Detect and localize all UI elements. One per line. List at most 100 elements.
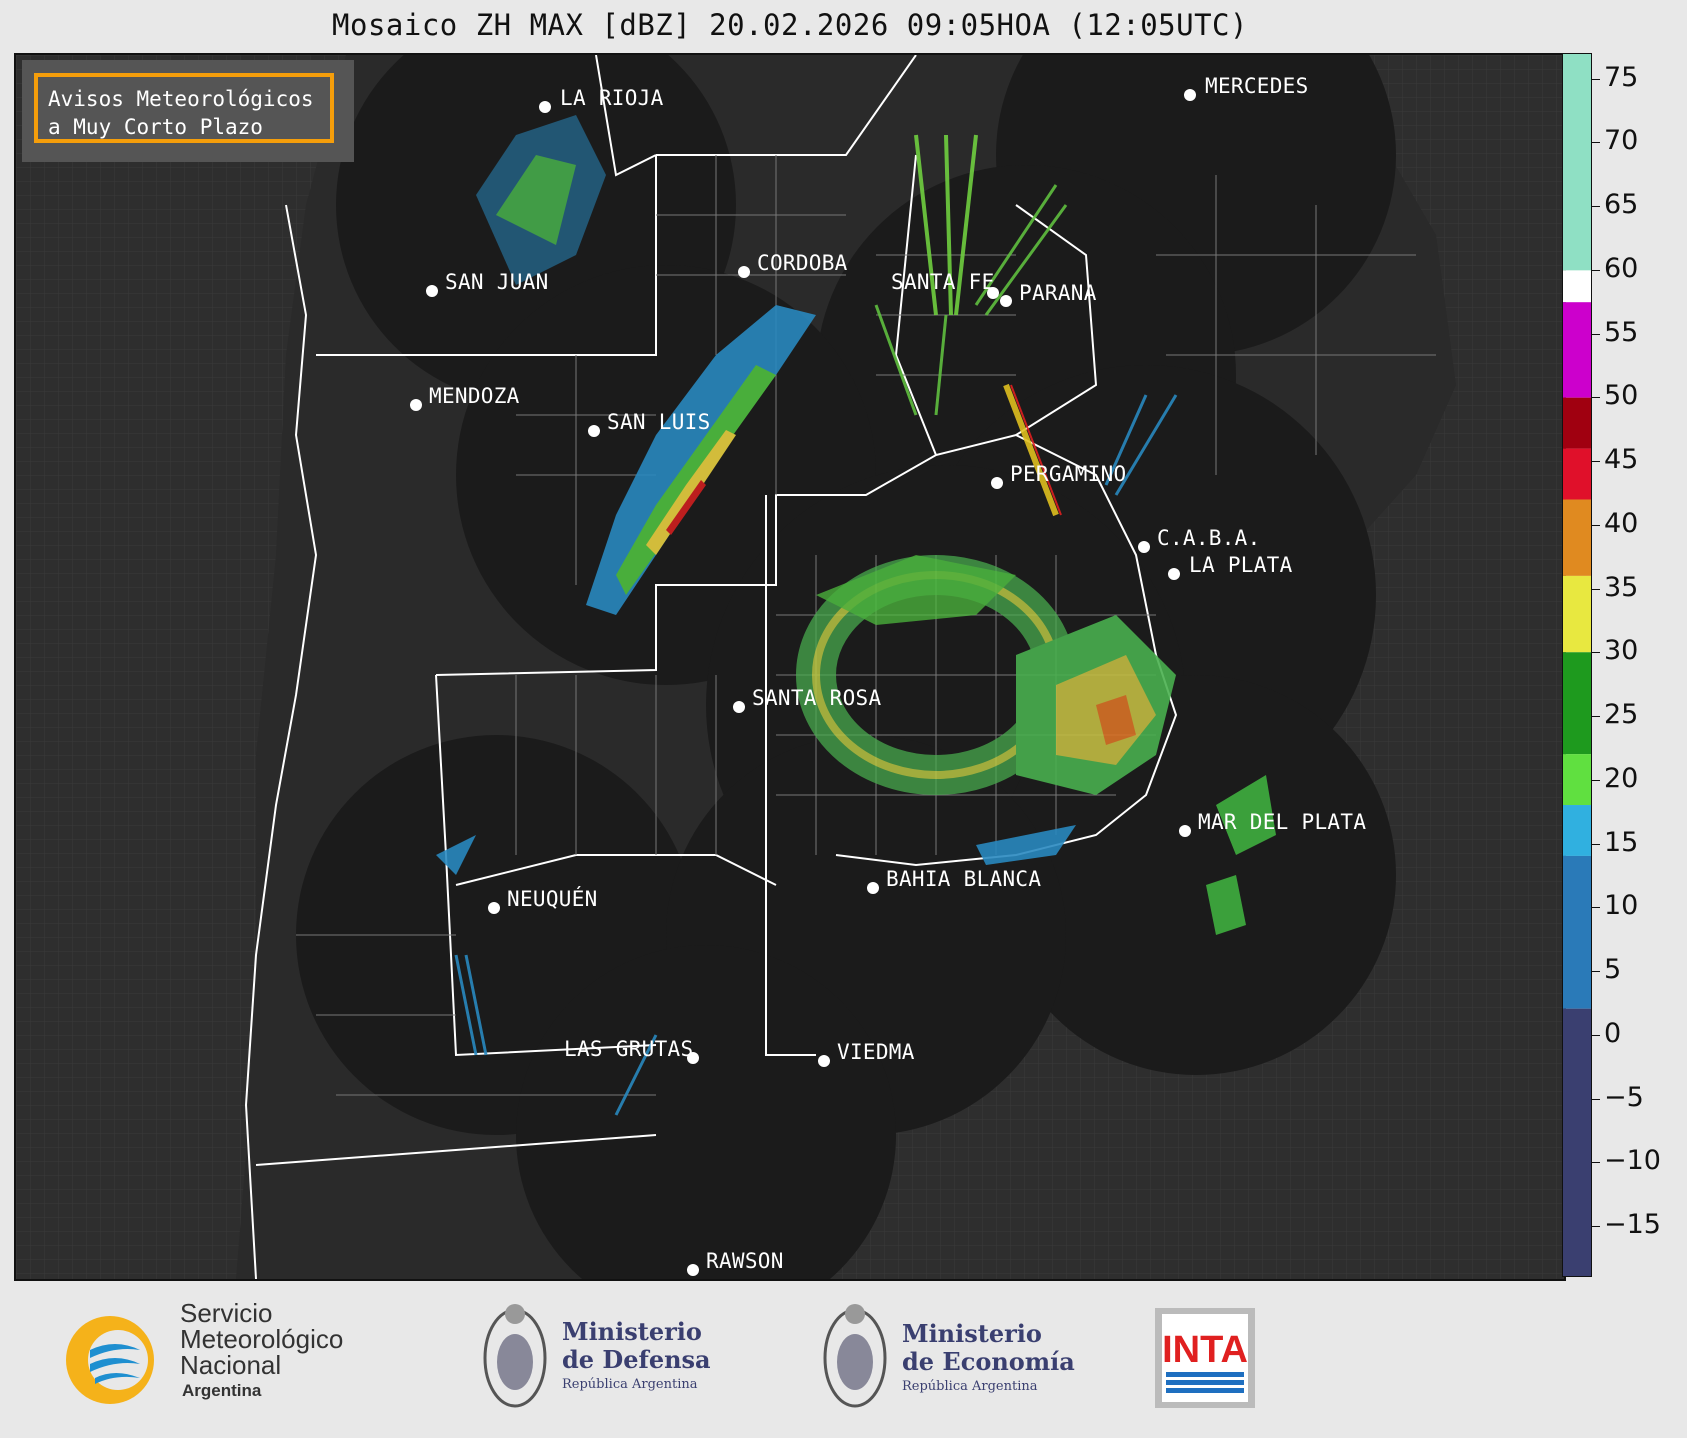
smn-line4: Argentina <box>182 1381 262 1400</box>
colorbar-tick <box>1592 206 1600 207</box>
city-label-san-juan: SAN JUAN <box>445 270 549 294</box>
city-label-bahia-blanca: BAHIA BLANCA <box>886 867 1042 891</box>
city-marker-cordoba[interactable] <box>738 266 750 278</box>
colorbar-tick <box>1592 269 1600 271</box>
colorbar-tick <box>1592 971 1600 972</box>
city-marker-mendoza[interactable] <box>410 399 422 411</box>
colorbar-tick <box>1592 1034 1600 1036</box>
city-label-cordoba: CORDOBA <box>757 251 848 275</box>
city-marker-bahia-blanca[interactable] <box>867 882 879 894</box>
colorbar-tick <box>1592 1226 1600 1227</box>
colorbar-tick <box>1592 907 1600 909</box>
defensa-seal-icon <box>483 1304 547 1408</box>
colorbar-tick-label: 10 <box>1604 890 1639 922</box>
city-marker-caba[interactable] <box>1138 541 1150 553</box>
colorbar-tick-label: 70 <box>1604 125 1639 157</box>
colorbar-band <box>1563 805 1591 856</box>
colorbar-band <box>1563 54 1591 271</box>
colorbar-tick-label: 75 <box>1604 61 1639 93</box>
colorbar-tick <box>1592 524 1600 526</box>
city-marker-pergamino[interactable] <box>991 477 1003 489</box>
colorbar-band <box>1563 302 1591 398</box>
city-label-mercedes: MERCEDES <box>1205 74 1309 98</box>
city-marker-neuquen[interactable] <box>488 902 500 914</box>
colorbar-tick <box>1592 461 1600 462</box>
radar-map[interactable] <box>14 53 1566 1281</box>
inta-text: INTA <box>1162 1329 1248 1371</box>
sponsor-logos: Servicio Meteorológico Nacional Argentin… <box>66 1298 1255 1408</box>
colorbar-tick-label: 0 <box>1604 1017 1622 1049</box>
defensa-line2: de Defensa <box>562 1345 711 1374</box>
avisos-line1: Avisos Meteorológicos <box>48 87 314 111</box>
colorbar-band <box>1563 652 1591 755</box>
colorbar-band <box>1563 754 1591 806</box>
colorbar-tick <box>1592 142 1600 144</box>
colorbar-band <box>1563 448 1591 500</box>
colorbar-tick-label: 60 <box>1604 252 1639 284</box>
colorbar-tick-label: 30 <box>1604 635 1639 667</box>
avisos-link[interactable]: Avisos Meteorológicos a Muy Corto Plazo <box>34 73 334 143</box>
city-label-mendoza: MENDOZA <box>429 384 520 408</box>
city-marker-santa-rosa[interactable] <box>733 701 745 713</box>
defensa-line3: República Argentina <box>562 1377 698 1392</box>
colorbar-tick <box>1592 397 1600 399</box>
colorbar-band <box>1563 1008 1591 1276</box>
city-label-parana: PARANA <box>1019 281 1097 305</box>
city-marker-san-luis[interactable] <box>588 425 600 437</box>
colorbar-tick-label: 45 <box>1604 444 1639 475</box>
city-label-viedma: VIEDMA <box>837 1040 915 1064</box>
economia-line2: de Economía <box>902 1347 1075 1376</box>
city-label-la-rioja: LA RIOJA <box>560 86 664 110</box>
city-label-pergamino: PERGAMINO <box>1010 462 1127 486</box>
city-marker-mar-del-plata[interactable] <box>1179 825 1191 837</box>
colorbar-tick-label: −10 <box>1604 1145 1661 1177</box>
city-label-rawson: RAWSON <box>706 1249 784 1273</box>
colorbar-tick <box>1592 716 1600 717</box>
city-label-neuquen: NEUQUÉN <box>507 887 598 911</box>
city-label-caba: C.A.B.A. <box>1157 526 1261 550</box>
smn-logo[interactable] <box>66 1316 154 1404</box>
city-marker-la-rioja[interactable] <box>539 101 551 113</box>
colorbar-tick-label: 5 <box>1604 954 1622 985</box>
colorbar-tick-label: 40 <box>1604 507 1639 539</box>
city-label-las-grutas: LAS GRUTAS <box>564 1037 694 1061</box>
colorbar-tick-label: 15 <box>1604 826 1639 858</box>
colorbar-tick <box>1592 78 1600 80</box>
city-marker-parana[interactable] <box>1000 295 1012 307</box>
city-marker-viedma[interactable] <box>818 1055 830 1067</box>
colorbar-band <box>1563 575 1591 653</box>
economia-seal-icon <box>823 1304 887 1408</box>
city-label-mar-del-plata: MAR DEL PLATA <box>1198 810 1367 834</box>
city-label-la-plata: LA PLATA <box>1189 553 1293 577</box>
colorbar-tick-label: 65 <box>1604 189 1639 220</box>
colorbar-tick-label: 35 <box>1604 571 1639 603</box>
dbz-colorbar <box>1562 53 1592 1277</box>
economia-line1: Ministerio <box>902 1319 1042 1348</box>
city-marker-rawson[interactable] <box>687 1264 699 1276</box>
city-label-san-luis: SAN LUIS <box>607 410 711 434</box>
colorbar-tick-label: 25 <box>1604 699 1639 730</box>
city-marker-san-juan[interactable] <box>426 285 438 297</box>
smn-line3: Nacional <box>180 1350 281 1380</box>
colorbar-tick <box>1592 1098 1600 1100</box>
colorbar-tick <box>1592 652 1600 654</box>
colorbar-tick <box>1592 779 1600 781</box>
city-marker-mercedes[interactable] <box>1184 89 1196 101</box>
map-title: Mosaico ZH MAX [dBZ] 20.02.2026 09:05HOA… <box>332 8 1248 42</box>
city-marker-la-plata[interactable] <box>1168 568 1180 580</box>
colorbar-band <box>1563 855 1591 1009</box>
inta-logo[interactable]: INTA <box>1155 1308 1255 1408</box>
colorbar-tick <box>1592 843 1600 845</box>
colorbar-tick-label: 50 <box>1604 380 1639 412</box>
colorbar-tick-label: 20 <box>1604 762 1639 794</box>
colorbar-band <box>1563 270 1591 303</box>
colorbar-band <box>1563 499 1591 576</box>
radar-map-canvas <box>16 55 1564 1279</box>
avisos-line2: a Muy Corto Plazo <box>48 115 263 139</box>
defensa-line1: Ministerio <box>562 1317 702 1346</box>
city-label-santa-rosa: SANTA ROSA <box>752 686 882 710</box>
colorbar-tick-label: 55 <box>1604 316 1639 348</box>
colorbar-tick <box>1592 333 1600 335</box>
colorbar-tick-label: −5 <box>1604 1081 1644 1113</box>
colorbar-band <box>1563 397 1591 449</box>
